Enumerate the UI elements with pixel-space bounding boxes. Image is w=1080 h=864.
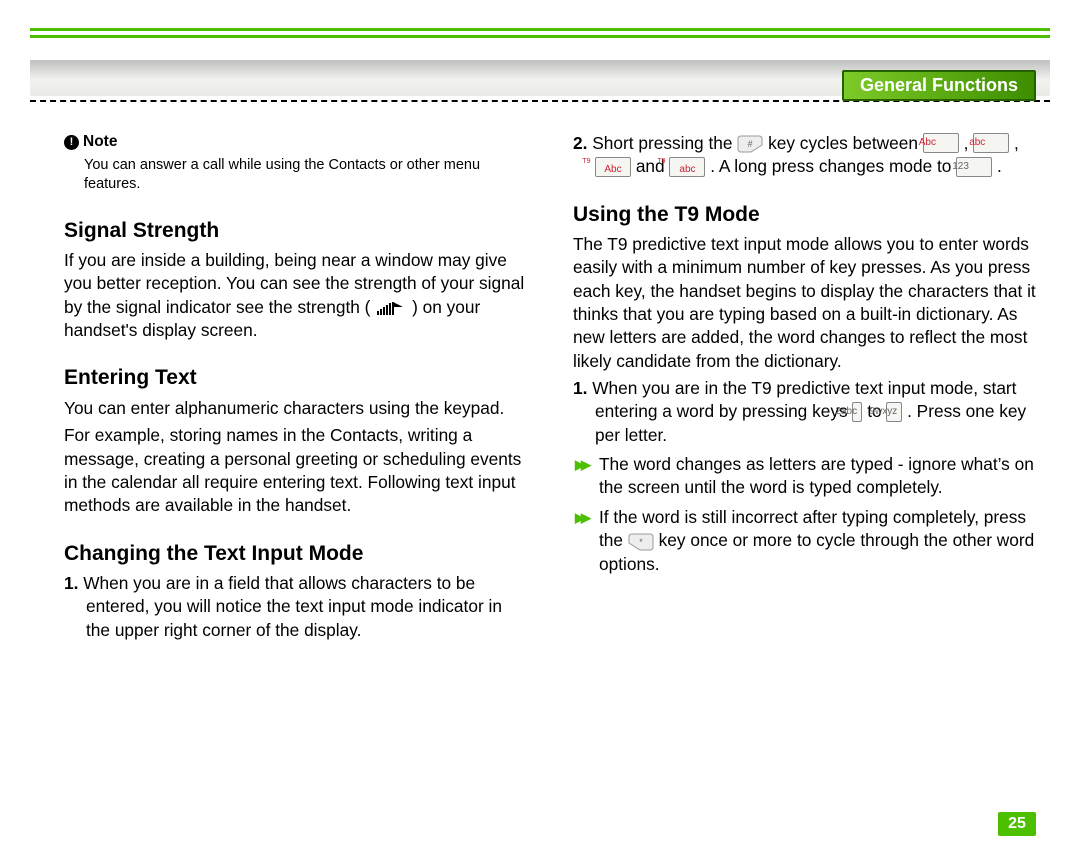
badge-t9-Abc: T9Abc — [595, 157, 631, 177]
t9-bullet-1: ▶▶ The word changes as letters are typed… — [573, 453, 1036, 500]
num-1b: 1 — [573, 378, 583, 398]
badge-t9-abc: T9abc — [669, 157, 705, 177]
heading-entering-text: Entering Text — [64, 364, 527, 392]
section-tab: General Functions — [842, 70, 1036, 101]
signal-strength-icon — [375, 301, 407, 315]
right-column: 2. Short pressing the # key cycles betwe… — [573, 132, 1036, 784]
li2-b: key cycles between — [768, 133, 923, 153]
signal-strength-paragraph: If you are inside a building, being near… — [64, 249, 527, 342]
heading-t9-mode: Using the T9 Mode — [573, 201, 1036, 229]
page-number-badge: 25 — [998, 812, 1036, 836]
hash-key-icon: # — [737, 135, 763, 153]
t9-b2-b: key once or more to cycle through the ot… — [599, 530, 1034, 573]
changing-mode-item-1-text: When you are in a field that allows char… — [83, 573, 502, 640]
badge-Abc: Abc — [923, 133, 959, 153]
changing-mode-item-2: 2. Short pressing the # key cycles betwe… — [573, 132, 1036, 179]
note-header: ! Note — [64, 132, 527, 153]
svg-text:#: # — [748, 139, 753, 149]
key-9-icon: 9wxyz — [886, 402, 902, 422]
t9-bullet-1-text: The word changes as letters are typed - … — [599, 454, 1034, 497]
svg-text:*: * — [639, 537, 643, 547]
li2-g: . — [997, 156, 1002, 176]
note-body: You can answer a call while using the Co… — [64, 156, 527, 195]
badge-abc: abc — [973, 133, 1009, 153]
entering-text-p2: For example, storing names in the Contac… — [64, 424, 527, 517]
changing-mode-item-1: 1. When you are in a field that allows c… — [64, 572, 527, 642]
t9-paragraph: The T9 predictive text input mode allows… — [573, 233, 1036, 373]
left-column: ! Note You can answer a call while using… — [64, 132, 527, 784]
key-2-icon: 2abc — [852, 402, 862, 422]
t9-bullet-2: ▶▶ If the word is still incorrect after … — [573, 506, 1036, 576]
li2-a: Short pressing the — [592, 133, 737, 153]
chevron-right-icon: ▶▶ — [575, 509, 587, 527]
badge-123: 123 — [956, 157, 992, 177]
chevron-right-icon: ▶▶ — [575, 456, 587, 474]
heading-signal-strength: Signal Strength — [64, 217, 527, 245]
note-label: Note — [83, 132, 117, 153]
li2-d: , — [1014, 133, 1019, 153]
num-2: 2 — [573, 133, 583, 153]
num-1: 1 — [64, 573, 74, 593]
top-accent-bar — [30, 28, 1050, 38]
info-icon: ! — [64, 135, 79, 150]
t9-item-1: 1. When you are in the T9 predictive tex… — [573, 377, 1036, 447]
manual-page: General Functions ! Note You can answer … — [0, 0, 1080, 864]
heading-changing-mode: Changing the Text Input Mode — [64, 540, 527, 568]
entering-text-p1: You can enter alphanumeric characters us… — [64, 397, 527, 420]
content-columns: ! Note You can answer a call while using… — [64, 132, 1036, 784]
star-key-icon: * — [628, 533, 654, 551]
li2-f: . A long press changes mode to — [710, 156, 956, 176]
